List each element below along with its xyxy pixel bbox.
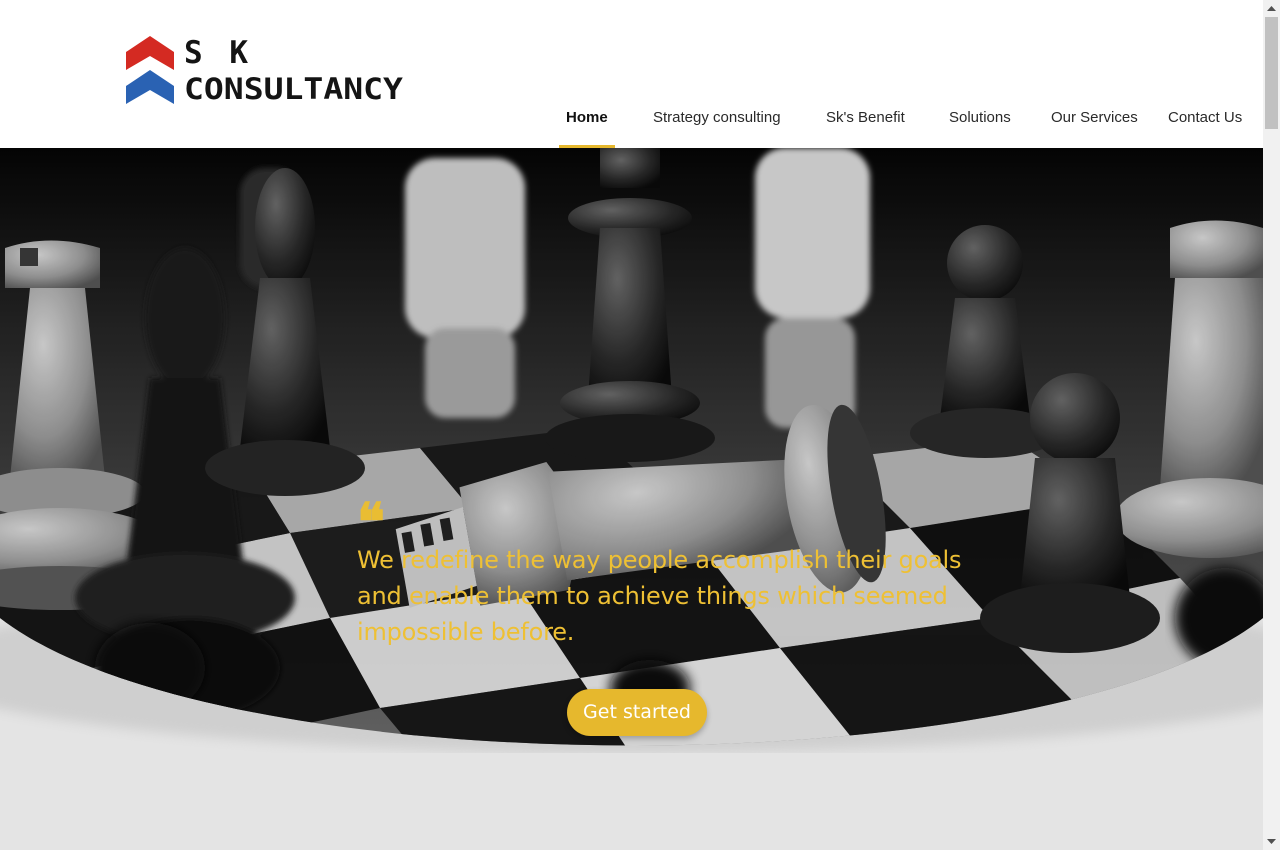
quote-mark-icon: ❝ <box>357 492 385 553</box>
hero-quote-text: We redefine the way people accomplish th… <box>357 546 962 646</box>
logo-chevron-icon <box>126 36 174 104</box>
nav-strategy-consulting[interactable]: Strategy consulting <box>653 106 781 148</box>
get-started-button[interactable]: Get started <box>567 689 707 736</box>
hero-section <box>0 148 1263 753</box>
site-logo[interactable]: S K CONSULTANCY <box>126 36 406 108</box>
nav-active-indicator <box>559 145 615 148</box>
logo-line2: CONSULTANCY <box>184 72 403 106</box>
logo-line1: S K <box>184 35 252 71</box>
page-scrollbar[interactable] <box>1263 0 1280 850</box>
site-header: S K CONSULTANCY Home Strategy consulting… <box>0 0 1263 148</box>
main-nav: Home Strategy consulting Sk's Benefit So… <box>0 106 1263 148</box>
nav-contact-us[interactable]: Contact Us <box>1168 106 1242 148</box>
scroll-down-icon[interactable] <box>1263 833 1280 850</box>
nav-solutions[interactable]: Solutions <box>949 106 1011 148</box>
nav-home[interactable]: Home <box>566 106 608 148</box>
nav-sks-benefit[interactable]: Sk's Benefit <box>826 106 905 148</box>
hero-chess-image <box>0 148 1263 753</box>
scroll-up-icon[interactable] <box>1263 0 1280 17</box>
scroll-thumb[interactable] <box>1265 17 1278 129</box>
page: S K CONSULTANCY Home Strategy consulting… <box>0 0 1263 850</box>
nav-our-services[interactable]: Our Services <box>1051 106 1138 148</box>
hero-quote: ❝ We redefine the way people accomplish … <box>357 492 1007 650</box>
